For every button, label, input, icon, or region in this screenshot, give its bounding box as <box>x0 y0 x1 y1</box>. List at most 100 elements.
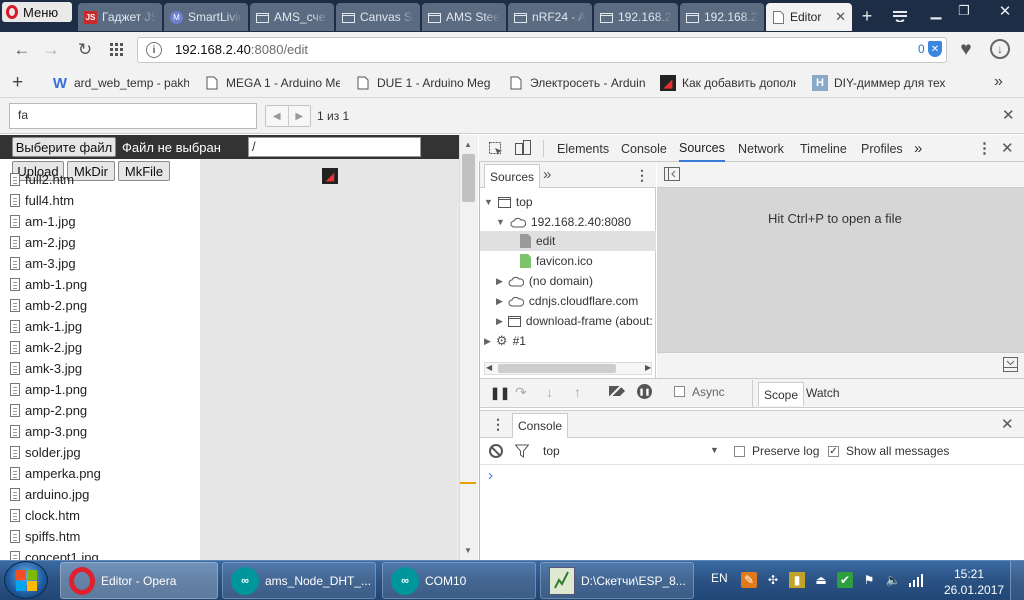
tree-no-domain[interactable]: ▶ (no domain) <box>496 271 593 291</box>
close-window-icon[interactable]: ✕ <box>994 2 1016 20</box>
file-item[interactable]: amk-1.jpg <box>10 316 82 336</box>
taskbar-item-notepad[interactable]: D:\Скетчи\ESP_8... <box>540 562 694 599</box>
download-icon[interactable]: ↓ <box>990 39 1010 59</box>
file-item[interactable]: amp-2.png <box>10 400 87 420</box>
file-item[interactable]: amp-3.png <box>10 421 87 441</box>
scope-tab[interactable]: Scope <box>758 382 805 406</box>
tab-nrf24[interactable]: nRF24 - A <box>508 3 592 31</box>
new-tab-icon[interactable]: + <box>856 6 878 26</box>
file-item[interactable]: am-3.jpg <box>10 253 76 273</box>
filter-icon[interactable] <box>514 444 530 461</box>
tab-editor[interactable]: Editor ✕ <box>766 3 852 31</box>
navigator-menu-icon[interactable]: ⋮ <box>635 167 649 184</box>
inspect-element-icon[interactable] <box>488 141 504 160</box>
more-tabs-icon[interactable]: » <box>914 135 922 162</box>
forward-icon[interactable]: → <box>41 40 61 60</box>
maximize-icon[interactable]: ❐ <box>954 2 974 20</box>
tray-bars-icon[interactable]: ▮ <box>789 572 805 588</box>
file-item[interactable]: amb-1.png <box>10 274 87 294</box>
file-item[interactable]: clock.htm <box>10 505 80 525</box>
file-item[interactable]: full2.htm <box>10 169 74 189</box>
file-item[interactable]: amb-2.png <box>10 295 87 315</box>
hscroll-thumb[interactable] <box>498 364 616 373</box>
tree-edit[interactable]: edit <box>520 231 555 251</box>
devtools-tab-elements[interactable]: Elements <box>557 135 609 162</box>
file-item[interactable]: am-2.jpg <box>10 232 76 252</box>
heart-icon[interactable]: ♥ <box>956 39 976 60</box>
bookmark-item[interactable]: H DIY-диммер для тех. <box>812 74 946 92</box>
tray-network-app-icon[interactable]: ✣ <box>765 572 781 588</box>
taskbar-item-com10[interactable]: ∞ COM10 <box>382 562 536 599</box>
bookmark-item[interactable]: W ard_web_temp - pakh <box>52 74 189 92</box>
taskbar-item-arduino-1[interactable]: ∞ ams_Node_DHT_... <box>222 562 376 599</box>
choose-file-button[interactable]: Выберите файл <box>12 137 116 157</box>
devtools-tab-network[interactable]: Network <box>738 135 784 162</box>
file-item[interactable]: amperka.png <box>10 463 101 483</box>
device-mode-icon[interactable] <box>514 140 532 159</box>
minimize-icon[interactable]: ▁ <box>926 2 946 20</box>
toggle-debugger-icon[interactable] <box>1003 357 1018 375</box>
tree-top[interactable]: ▼ top <box>484 192 533 212</box>
bookmark-item[interactable]: MEGA 1 - Arduino Me <box>204 74 340 92</box>
tree-favicon[interactable]: favicon.ico <box>520 251 593 271</box>
step-out-icon[interactable]: ↑ <box>574 384 581 400</box>
file-item[interactable]: am-1.jpg <box>10 211 76 231</box>
tree-download-frame[interactable]: ▶ download-frame (about: <box>496 311 656 331</box>
ad-blocker-icon[interactable]: ✕ <box>928 41 942 57</box>
start-button[interactable] <box>4 561 48 599</box>
console-drawer-tab[interactable]: Console <box>512 413 569 438</box>
console-prompt[interactable]: › <box>488 467 493 484</box>
opera-menu-button[interactable]: Меню <box>2 2 72 22</box>
path-input[interactable]: / <box>248 137 421 157</box>
clear-console-icon[interactable] <box>489 444 503 458</box>
scroll-thumb[interactable] <box>462 154 475 202</box>
file-item[interactable]: amp-1.png <box>10 379 87 399</box>
devtools-tab-timeline[interactable]: Timeline <box>800 135 847 162</box>
add-bookmark-icon[interactable]: + <box>12 72 23 94</box>
hscroll-left-icon[interactable]: ◀ <box>486 363 492 372</box>
file-item[interactable]: arduino.jpg <box>10 484 89 504</box>
preserve-log-checkbox[interactable] <box>734 446 745 460</box>
devtools-tab-sources[interactable]: Sources <box>679 135 725 162</box>
async-checkbox[interactable] <box>674 386 685 400</box>
action-center-flag-icon[interactable]: ⚑ <box>861 572 877 588</box>
show-all-checkbox[interactable]: ✓ <box>828 446 839 457</box>
tree-cdn[interactable]: ▶ cdnjs.cloudflare.com <box>496 291 638 311</box>
tab-ip-2[interactable]: 192.168.2. <box>680 3 764 31</box>
devtools-menu-icon[interactable]: ⋮ <box>977 139 992 157</box>
taskbar-item-opera[interactable]: Editor - Opera <box>60 562 218 599</box>
find-next-icon[interactable]: ▶ <box>289 106 311 126</box>
tab-ip-1[interactable]: 192.168.2. <box>594 3 678 31</box>
tab-gadget-js[interactable]: JS Гаджет JS <box>78 3 162 31</box>
find-input[interactable]: fa <box>9 103 257 129</box>
close-find-icon[interactable]: ✕ <box>1002 106 1015 124</box>
scroll-up-icon[interactable]: ▲ <box>464 140 472 149</box>
speed-dial-icon[interactable] <box>107 40 127 60</box>
language-indicator[interactable]: EN <box>711 571 728 585</box>
drawer-menu-icon[interactable]: ⋮ <box>491 416 505 433</box>
pause-icon[interactable]: ❚❚ <box>490 386 510 400</box>
file-item[interactable]: amk-3.jpg <box>10 358 82 378</box>
tray-usb-icon[interactable]: ⏏ <box>813 572 829 588</box>
step-into-icon[interactable]: ↓ <box>546 384 553 400</box>
volume-icon[interactable]: 🔈 <box>885 572 901 588</box>
hscroll-right-icon[interactable]: ▶ <box>645 363 651 372</box>
more-bookmarks-icon[interactable]: » <box>994 73 1003 91</box>
toggle-navigator-icon[interactable] <box>664 167 680 184</box>
site-info-icon[interactable]: i <box>146 42 162 58</box>
scroll-down-icon[interactable]: ▼ <box>464 546 472 555</box>
bookmark-item[interactable]: ◢ Как добавить дополн <box>660 74 796 92</box>
file-item[interactable]: solder.jpg <box>10 442 81 462</box>
deactivate-breakpoints-icon[interactable] <box>607 384 627 401</box>
navigator-tab-sources[interactable]: Sources <box>484 164 541 188</box>
tab-canvas[interactable]: Canvas St <box>336 3 420 31</box>
signal-strength-icon[interactable] <box>909 572 925 588</box>
context-selector[interactable]: top <box>543 444 560 458</box>
watch-tab[interactable]: Watch <box>806 386 840 400</box>
tree-worker[interactable]: ▶ ⚙ #1 <box>484 331 526 351</box>
context-dropdown-icon[interactable]: ▼ <box>710 445 719 455</box>
clock[interactable]: 15:21 26.01.2017 <box>944 566 1004 598</box>
tray-check-icon[interactable]: ✔ <box>837 572 853 588</box>
tab-smartliving[interactable]: M SmartLivin <box>164 3 248 31</box>
file-item[interactable]: full4.htm <box>10 190 74 210</box>
